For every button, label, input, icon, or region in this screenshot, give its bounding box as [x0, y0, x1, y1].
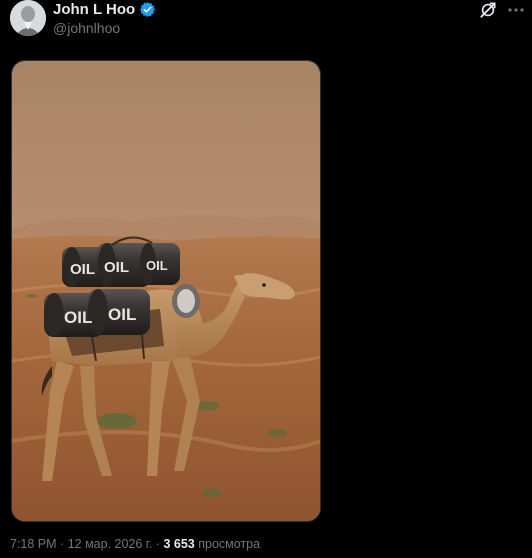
barrel-label: OIL	[104, 259, 129, 276]
barrel-label: OIL	[108, 305, 136, 324]
views-count: 3 653	[163, 537, 195, 551]
grok-icon[interactable]	[478, 0, 498, 20]
tweet-time[interactable]: 7:18 PM	[10, 537, 57, 551]
camel-oil-illustration: OIL OIL OIL OIL OIL	[12, 61, 320, 521]
author-display-name[interactable]: John L Hoo	[53, 1, 135, 18]
author-handle[interactable]: @johnlhoo	[53, 20, 120, 36]
tweet-meta: 7:18 PM · 12 мар. 2026 г. · 3 653 просмо…	[10, 537, 260, 551]
meta-separator: ·	[60, 537, 65, 551]
barrel-label: OIL	[70, 261, 95, 278]
meta-separator-2: ·	[155, 537, 160, 551]
avatar[interactable]	[10, 0, 46, 36]
author-name-row[interactable]: John L Hoo	[53, 1, 156, 18]
barrel-upper-row: OIL OIL OIL	[62, 243, 180, 287]
tweet-date[interactable]: 12 мар. 2026 г.	[68, 537, 153, 551]
barrel-label: OIL	[146, 258, 168, 273]
barrel-label: OIL	[64, 308, 92, 327]
verified-badge-icon	[139, 1, 156, 18]
tweet-media-image[interactable]: OIL OIL OIL OIL OIL	[11, 60, 321, 522]
more-icon[interactable]	[506, 0, 526, 20]
views-label: просмотра	[198, 537, 261, 551]
tweet-header: John L Hoo @johnlhoo	[10, 0, 524, 40]
